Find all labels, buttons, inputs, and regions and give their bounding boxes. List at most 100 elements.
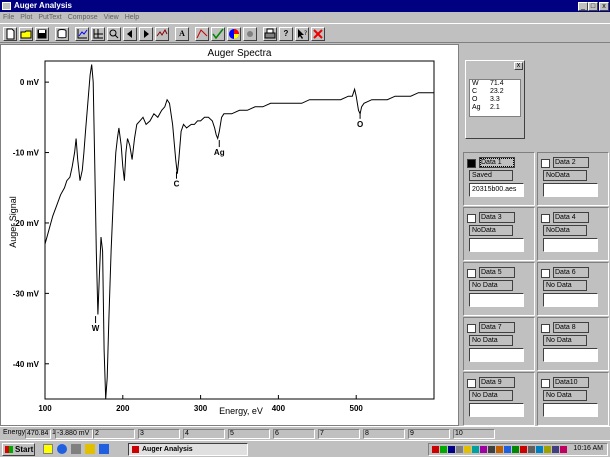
data-slot-checkbox[interactable]: [541, 159, 550, 168]
tray-app-icon[interactable]: [512, 446, 519, 453]
status-bar: Energy 470.84 1 2 3 4 5 6 7 8 9 10 -3.880 mV: [0, 426, 610, 440]
tray-app-icon[interactable]: [544, 446, 551, 453]
start-button[interactable]: Start: [2, 443, 35, 456]
database-icon[interactable]: [55, 27, 69, 41]
composition-list[interactable]: W 71.4 C 23.2 O 3.3 Ag 2.1: [469, 79, 521, 117]
mail-icon[interactable]: [99, 444, 109, 454]
arrow-right-icon[interactable]: [139, 27, 153, 41]
tray-app-icon[interactable]: [552, 446, 559, 453]
auger-spectra-chart[interactable]: Auger Spectra100 200 300 400 5000 mV-10 mV-2…: [1, 45, 458, 425]
marker-slot: 5: [228, 429, 270, 439]
help-question-icon[interactable]: ?: [279, 27, 293, 41]
data-slot-label[interactable]: Data 3: [479, 212, 515, 223]
data-slot-checkbox[interactable]: [467, 214, 476, 223]
marker-icon[interactable]: [243, 27, 257, 41]
data-slot-filename[interactable]: [543, 183, 598, 197]
app-icon[interactable]: [2, 2, 11, 10]
energy-readout: 470.84: [25, 429, 51, 439]
tray-app-icon[interactable]: [432, 446, 439, 453]
marker-slot: 3: [138, 429, 180, 439]
y-tick-label: -10 mV: [13, 149, 40, 158]
maximize-button[interactable]: □: [588, 2, 598, 11]
text-tool-icon[interactable]: A: [175, 27, 189, 41]
menu-file[interactable]: File: [0, 13, 17, 21]
data-slot-filename[interactable]: [469, 293, 524, 307]
tray-app-icon[interactable]: [520, 446, 527, 453]
explorer-icon[interactable]: [71, 444, 81, 454]
grid-plot-icon[interactable]: [91, 27, 105, 41]
tray-app-icon[interactable]: [504, 446, 511, 453]
data-slot-label[interactable]: Data 8: [553, 322, 589, 333]
legend-close-button[interactable]: x: [514, 62, 523, 70]
desktop-icon[interactable]: [43, 444, 53, 454]
tray-app-icon[interactable]: [536, 446, 543, 453]
data-slot-checkbox[interactable]: [541, 214, 550, 223]
tray-app-icon[interactable]: [448, 446, 455, 453]
media-icon[interactable]: [85, 444, 95, 454]
tray-app-icon[interactable]: [472, 446, 479, 453]
menu-compose[interactable]: Compose: [65, 13, 101, 21]
spectrum-icon[interactable]: [155, 27, 169, 41]
data-slot-checkbox[interactable]: [467, 324, 476, 333]
pie-chart-icon[interactable]: [227, 27, 241, 41]
menu-help[interactable]: Help: [122, 13, 142, 21]
energy-label: Energy: [3, 429, 26, 436]
data-slot-label[interactable]: Data 9: [479, 377, 515, 388]
open-folder-icon[interactable]: [19, 27, 33, 41]
data-slot-filename[interactable]: [469, 348, 524, 362]
marker-slot: 6: [273, 429, 315, 439]
data-slot-checkbox[interactable]: [467, 269, 476, 278]
print-icon[interactable]: [263, 27, 277, 41]
browser-icon[interactable]: [57, 444, 67, 454]
data-slot-label[interactable]: Data 6: [553, 267, 589, 278]
data-slot-filename[interactable]: [469, 403, 524, 417]
new-file-icon[interactable]: [3, 27, 17, 41]
data-slot-label[interactable]: Data 2: [553, 157, 589, 168]
menu-view[interactable]: View: [101, 13, 122, 21]
tray-app-icon[interactable]: [440, 446, 447, 453]
data-slot-checkbox[interactable]: [541, 379, 550, 388]
data-slot-label[interactable]: Data 7: [479, 322, 515, 333]
chart-panel: Auger Spectra 100 200 300 400 500 0 mV -10 mV -2…: [0, 44, 459, 426]
close-button[interactable]: x: [599, 2, 609, 11]
tray-app-icon[interactable]: [464, 446, 471, 453]
data-slot-filename[interactable]: [469, 238, 524, 252]
peak-curve-icon[interactable]: [195, 27, 209, 41]
data-slot-checkbox[interactable]: [467, 379, 476, 388]
context-help-icon[interactable]: ?: [295, 27, 309, 41]
data-slot-label[interactable]: Data 1: [479, 157, 515, 168]
menu-bar: File Plot PutText Compose View Help: [0, 12, 610, 23]
menu-plot[interactable]: Plot: [17, 13, 35, 21]
clock[interactable]: 10:16 AM: [573, 445, 603, 452]
tray-app-icon[interactable]: [480, 446, 487, 453]
tray-app-icon[interactable]: [560, 446, 567, 453]
data-slot-label[interactable]: Data10: [553, 377, 589, 388]
arrow-left-icon[interactable]: [123, 27, 137, 41]
system-tray: 10:16 AM: [428, 443, 608, 456]
data-slot-filename[interactable]: [543, 293, 598, 307]
data-slot-label[interactable]: Data 5: [479, 267, 515, 278]
data-slot-filename[interactable]: [543, 238, 598, 252]
tray-app-icon[interactable]: [528, 446, 535, 453]
save-disk-icon[interactable]: [35, 27, 49, 41]
cancel-x-icon[interactable]: [311, 27, 325, 41]
x-tick-label: 300: [194, 404, 208, 413]
data-slot-checkbox[interactable]: [541, 324, 550, 333]
data-slot-label[interactable]: Data 4: [553, 212, 589, 223]
taskbar-item-auger-analysis[interactable]: Auger Analysis: [128, 443, 248, 456]
y-tick-label: 0 mV: [20, 78, 40, 87]
menu-puttext[interactable]: PutText: [35, 13, 64, 21]
data-slot-checkbox[interactable]: [467, 159, 476, 168]
data-slot-checkbox[interactable]: [541, 269, 550, 278]
data-slot-filename[interactable]: 20315b00.aes: [469, 183, 524, 197]
tray-app-icon[interactable]: [496, 446, 503, 453]
tray-app-icon[interactable]: [456, 446, 463, 453]
legend-entry: Ag 2.1: [472, 104, 520, 112]
zoom-icon[interactable]: [107, 27, 121, 41]
data-slot-filename[interactable]: [543, 348, 598, 362]
tray-app-icon[interactable]: [488, 446, 495, 453]
minimize-button[interactable]: _: [578, 2, 588, 11]
data-slot-filename[interactable]: [543, 403, 598, 417]
plot-axes-icon[interactable]: [75, 27, 89, 41]
checkmark-icon[interactable]: [211, 27, 225, 41]
